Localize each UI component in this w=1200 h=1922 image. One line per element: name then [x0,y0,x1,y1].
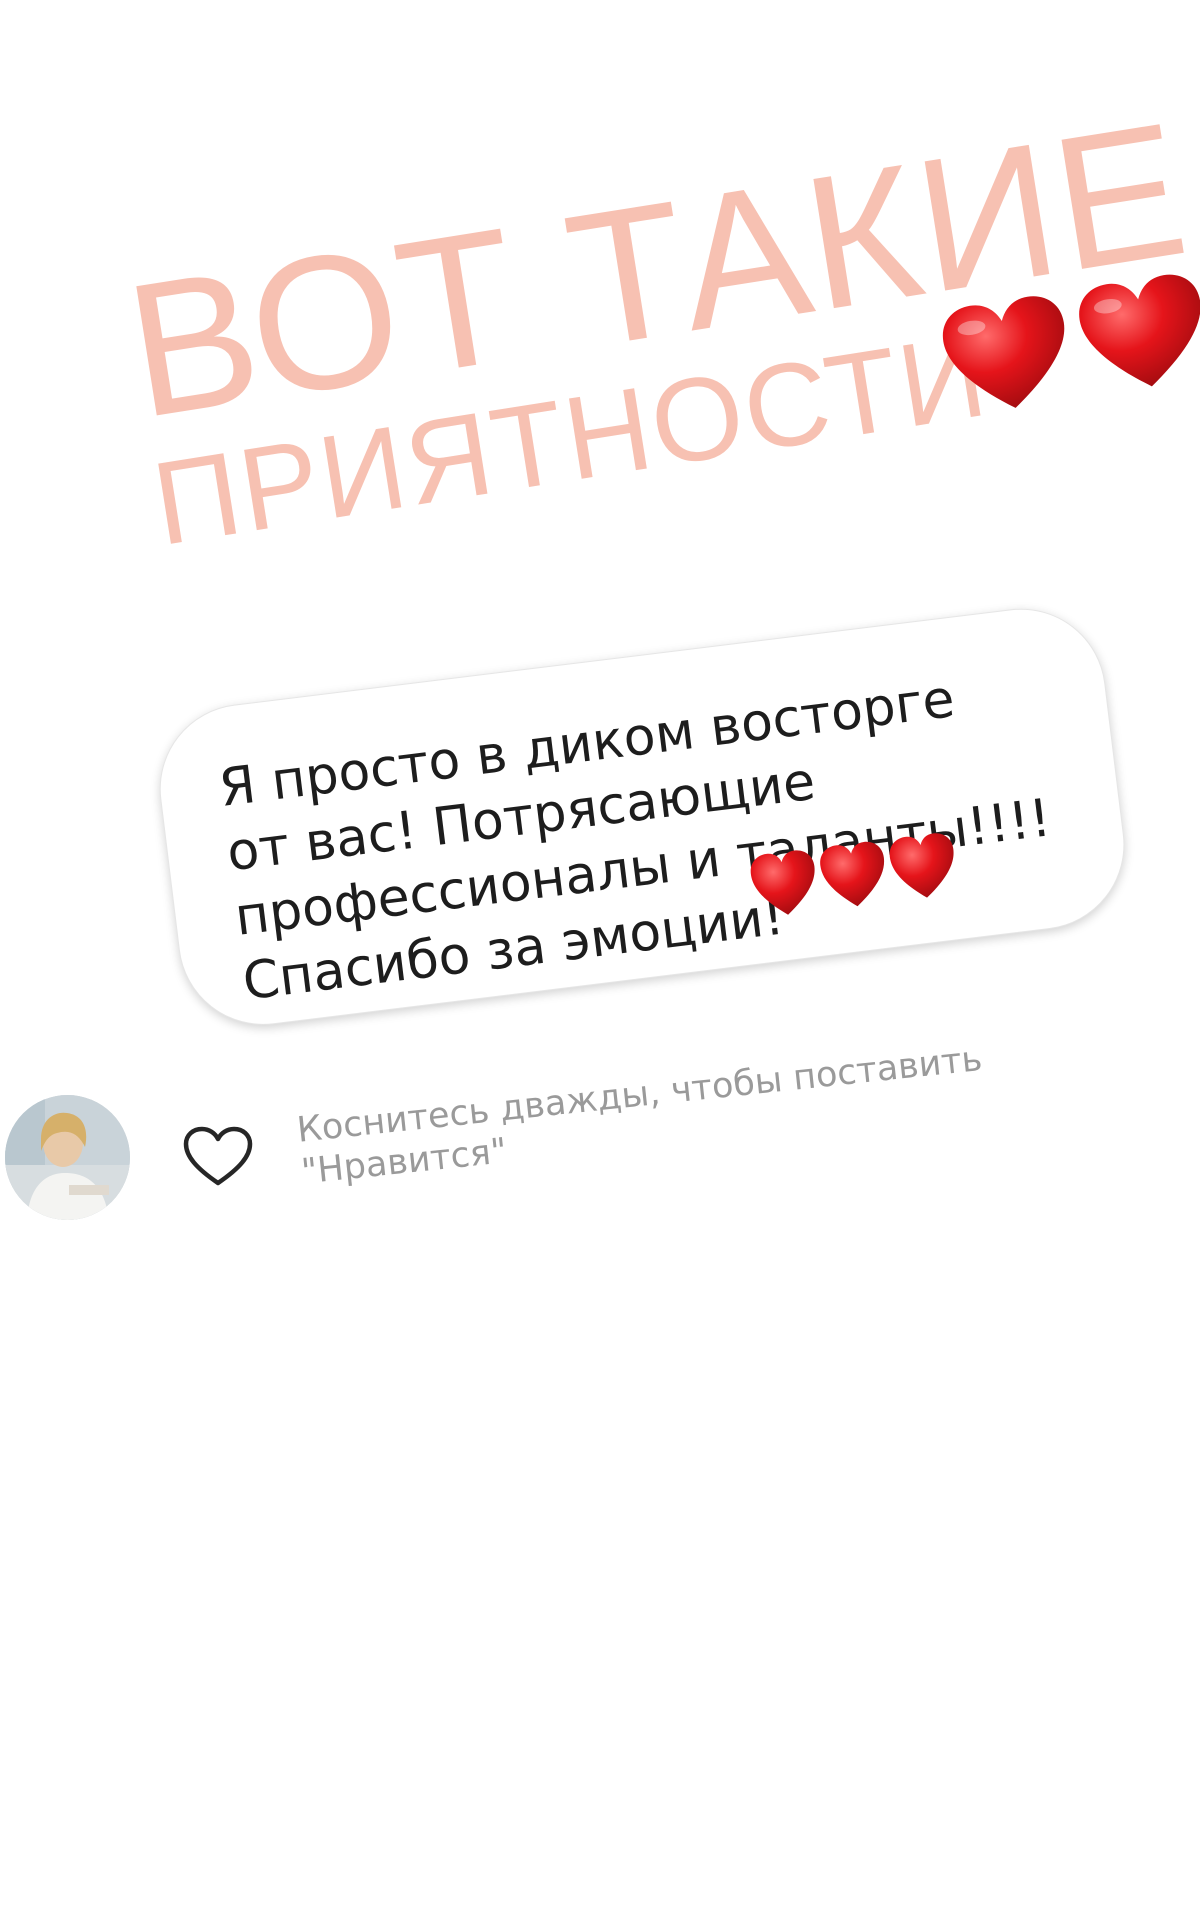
double-tap-hint: Коснитесь дважды, чтобы поставить "Нрави… [295,1031,1059,1192]
avatar[interactable] [5,1095,130,1220]
red-heart-icon [750,850,815,915]
headline-hearts [942,274,1200,408]
avatar-image [5,1095,130,1220]
red-heart-icon [889,833,954,898]
story-headline: ВОТ ТАКИЕ ПРИЯТНОСТИ [70,0,1200,609]
headline-line-2: ПРИЯТНОСТИ [144,308,997,571]
red-heart-icon [942,296,1065,408]
heart-outline-icon[interactable] [182,1125,254,1189]
red-heart-icon [1079,274,1200,387]
red-heart-icon [820,841,885,907]
hint-text: Коснитесь дважды, чтобы поставить "Нрави… [295,1039,985,1192]
headline-line-1: ВОТ ТАКИЕ [114,82,1200,459]
comment-card-wrapper: Я просто в диком восторге от вас! Потряс… [150,598,1135,1035]
